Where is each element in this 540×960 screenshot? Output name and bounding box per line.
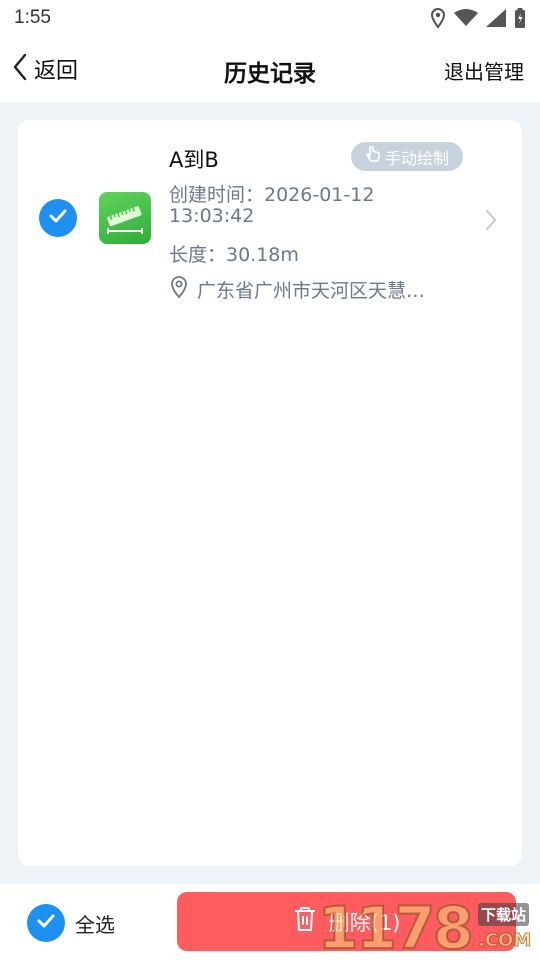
record-created-time: 创建时间：2026-01-12 [169, 184, 375, 206]
delete-label: 删除(1) [328, 910, 401, 935]
status-bar: 1:55 [0, 0, 540, 36]
trash-icon [293, 905, 317, 938]
checkmark-icon [48, 208, 68, 228]
select-all-label: 全选 [75, 912, 115, 937]
ruler-icon [99, 192, 151, 244]
exit-manage-button[interactable]: 退出管理 [444, 56, 524, 85]
record-tag-label: 手动绘制 [384, 148, 449, 168]
delete-button[interactable]: 删除(1) [177, 892, 516, 951]
bottom-action-bar: 全选 删除(1) [0, 884, 540, 960]
record-address: 广东省广州市天河区天慧… [169, 275, 459, 304]
record-address-text: 广东省广州市天河区天慧… [197, 280, 426, 302]
record-tag: 手动绘制 [351, 142, 463, 171]
select-all-button[interactable]: 全选 [27, 904, 115, 942]
hand-tap-icon [365, 145, 381, 168]
content-area: A到B 手动绘制 创建时间：2026-01-12 13:03:42 长度：30.… [0, 102, 540, 884]
app-header: 返回 历史记录 退出管理 [0, 36, 540, 102]
status-time: 1:55 [14, 7, 51, 28]
record-checkbox[interactable] [39, 199, 77, 237]
signal-icon [486, 9, 506, 27]
status-icons [430, 8, 526, 28]
record-created-time-cont: 13:03:42 [169, 205, 255, 227]
record-title: A到B [169, 148, 219, 172]
location-icon [430, 8, 446, 28]
battery-icon [514, 8, 526, 28]
record-list: A到B 手动绘制 创建时间：2026-01-12 13:03:42 长度：30.… [18, 120, 522, 866]
select-all-checkbox[interactable] [27, 904, 65, 942]
record-length: 长度：30.18m [169, 244, 299, 266]
record-item[interactable]: A到B 手动绘制 创建时间：2026-01-12 13:03:42 长度：30.… [18, 120, 522, 310]
location-pin-icon [169, 275, 189, 304]
wifi-icon [454, 9, 478, 27]
chevron-right-icon [484, 208, 498, 236]
checkmark-icon [36, 913, 56, 933]
